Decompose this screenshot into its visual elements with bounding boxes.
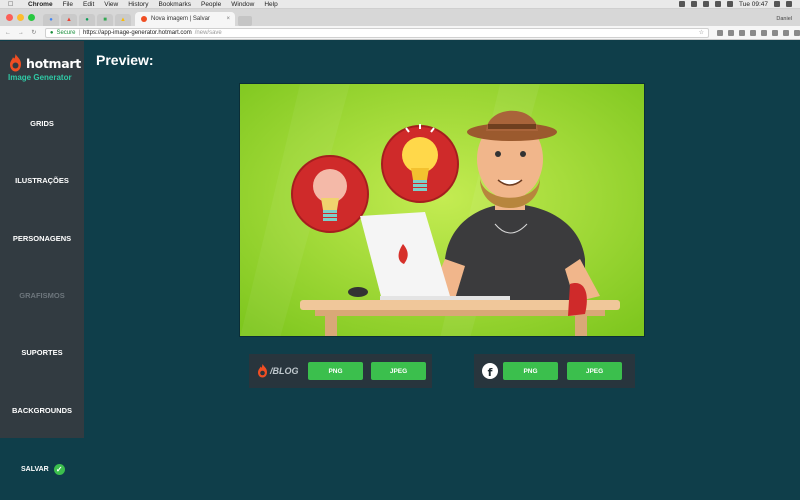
brand-subtitle: Image Generator [8,73,72,82]
menu-view[interactable]: View [104,1,118,8]
extension-icon[interactable] [749,29,756,36]
back-icon[interactable]: ← [3,30,13,36]
status-area: Tue 09:47 [678,1,800,8]
chrome-menu-icon[interactable] [793,29,800,36]
macos-menubar:  Chrome File Edit View History Bookmark… [0,0,800,9]
sidebar-item-suportes[interactable]: SUPORTES [0,348,84,357]
active-tab-title: Nova imagem | Salvar [151,16,210,22]
reload-icon[interactable]: ↻ [29,29,39,36]
tab-favicon-icon: ■ [103,17,107,23]
blog-download-panel: /BLOG PNG JPEG [249,354,432,388]
facebook-icon: f [482,363,498,379]
sidebar: hotmart Image Generator GRIDS ILUSTRAÇÕE… [0,41,84,438]
wifi-icon[interactable] [702,1,709,7]
menu-edit[interactable]: Edit [83,1,94,8]
sidebar-item-grafismos[interactable]: GRAFISMOS [0,291,84,300]
close-tab-icon[interactable]: × [226,16,230,22]
blog-text: /BLOG [270,366,299,376]
lock-icon: ● [49,29,54,36]
menu-people[interactable]: People [201,1,221,8]
pinned-tab-1[interactable]: ● [43,14,59,26]
hotmart-flame-icon [10,54,21,72]
facebook-png-button[interactable]: PNG [503,362,558,380]
extension-icon[interactable] [727,29,734,36]
bluetooth-icon[interactable] [690,1,697,7]
pinned-tab-3[interactable]: ● [79,14,95,26]
pinned-tab-4[interactable]: ■ [97,14,113,26]
spotlight-icon[interactable] [774,1,780,7]
url-host: https://app-image-generator.hotmart.com [83,29,192,36]
extension-icon[interactable] [782,29,789,36]
battery-icon[interactable] [726,1,733,7]
menu-window[interactable]: Window [231,1,254,8]
menu-app-name[interactable]: Chrome [28,1,53,8]
sidebar-item-grids[interactable]: GRIDS [0,119,84,128]
save-label: SALVAR [21,466,49,473]
preview-illustration [240,84,644,336]
preview-image [239,83,645,337]
minimize-window-button[interactable] [17,14,24,21]
menu-bookmarks[interactable]: Bookmarks [158,1,191,8]
tab-favicon-icon: ● [85,17,89,23]
save-area: SALVAR ✓ [0,438,84,500]
extension-icon[interactable] [771,29,778,36]
menu-file[interactable]: File [63,1,73,8]
check-icon: ✓ [53,464,65,475]
sidebar-item-ilustracoes[interactable]: ILUSTRAÇÕES [0,176,84,185]
pinned-tab-5[interactable]: ▲ [115,14,131,26]
tab-favicon-icon: ▲ [120,17,126,23]
forward-icon[interactable]: → [16,30,26,36]
url-path: /new/save [194,29,222,36]
dropbox-icon[interactable] [678,1,685,7]
window-controls [6,14,35,21]
sidebar-item-backgrounds[interactable]: BACKGROUNDS [0,406,84,415]
hotmart-logo[interactable]: hotmart Image Generator [8,54,81,88]
zoom-window-button[interactable] [28,14,35,21]
tab-favicon-icon: ● [49,17,53,23]
facebook-download-panel: f PNG JPEG [474,354,635,388]
extension-icon[interactable] [760,29,767,36]
blog-png-button[interactable]: PNG [308,362,363,380]
new-tab-button[interactable] [238,16,252,26]
facebook-jpeg-button[interactable]: JPEG [567,362,622,380]
url-separator: | [78,29,81,36]
secure-label: Secure [56,29,76,36]
menu-history[interactable]: History [128,1,148,8]
pinned-tab-2[interactable]: ▲ [61,14,77,26]
page-title: Preview: [96,52,154,68]
tab-strip: ● ▲ ● ■ ▲ Nova imagem | Salvar × Daniel [0,9,800,26]
bookmark-star-icon[interactable]: ☆ [699,29,704,36]
close-window-button[interactable] [6,14,13,21]
hotmart-favicon-icon [141,16,147,22]
blog-label: /BLOG [257,364,299,378]
tab-favicon-icon: ▲ [66,17,72,23]
active-tab[interactable]: Nova imagem | Salvar × [135,12,235,26]
address-bar[interactable]: ● Secure | https://app-image-generator.h… [44,27,709,38]
blog-jpeg-button[interactable]: JPEG [371,362,426,380]
browser-toolbar: ← → ↻ ● Secure | https://app-image-gener… [0,26,800,40]
notification-center-icon[interactable] [786,1,792,7]
apple-icon[interactable]:  [8,1,18,8]
volume-icon[interactable] [714,1,721,7]
brand-name: hotmart [26,56,81,71]
pinned-tabs: ● ▲ ● ■ ▲ [43,14,131,26]
hotmart-flame-icon [258,364,267,378]
save-button[interactable]: SALVAR ✓ [21,464,65,475]
extension-icon[interactable] [716,29,723,36]
menu-help[interactable]: Help [264,1,277,8]
extension-icon[interactable] [738,29,745,36]
extensions-area [716,29,800,36]
profile-name[interactable]: Daniel [776,16,792,22]
sidebar-item-personagens[interactable]: PERSONAGENS [0,234,84,243]
clock[interactable]: Tue 09:47 [739,1,768,8]
